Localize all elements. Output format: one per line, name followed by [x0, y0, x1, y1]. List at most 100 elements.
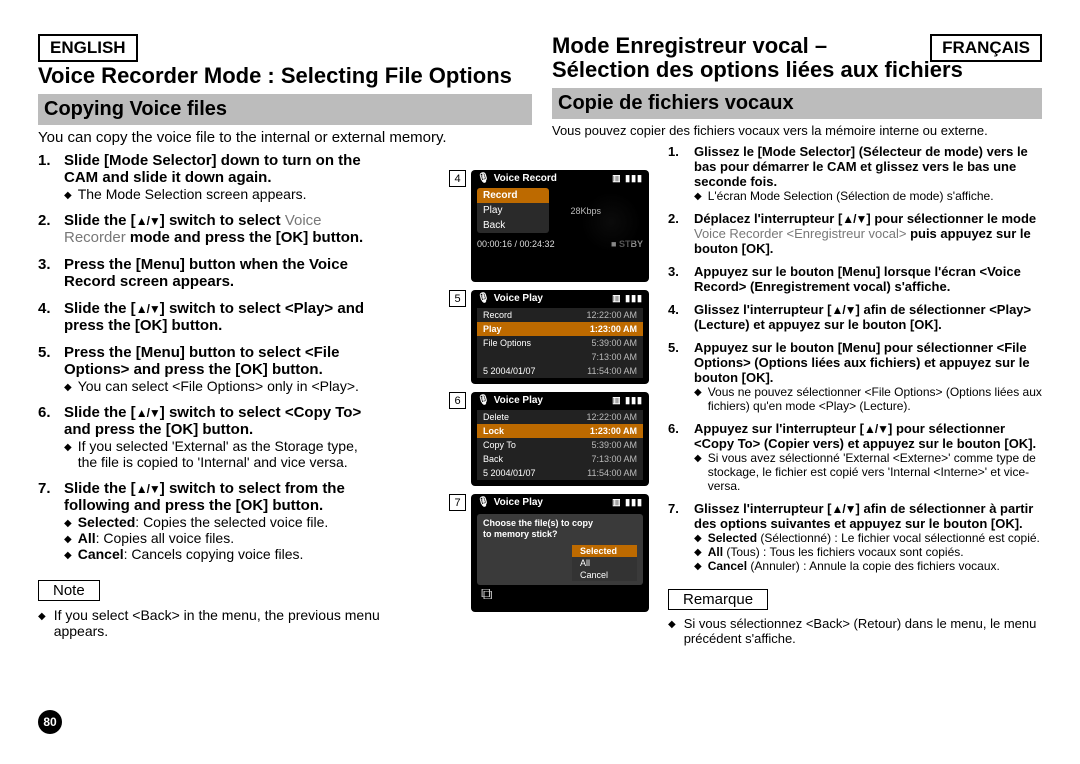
dialog-question: Choose the file(s) to copyto memory stic…	[483, 518, 637, 541]
opt-cancel-fr: Cancel	[708, 559, 747, 573]
row-time: 5:39:00 AM	[591, 440, 637, 450]
step-1-fr: Glissez le [Mode Selector] (Sélecteur de…	[694, 144, 1028, 189]
row-delete[interactable]: Delete	[483, 412, 509, 422]
diamond-icon	[64, 438, 72, 470]
intro-en: You can copy the voice file to the inter…	[38, 129, 532, 146]
step-6a-fr: Appuyez sur l'interrupteur [	[694, 421, 864, 436]
screen-4-wrap: 4 Voice Record ▥ ▮▮▮ Record Play Back 28…	[449, 170, 652, 282]
row-time: 11:54:00 AM	[587, 366, 637, 376]
dialog-opt-all[interactable]: All	[572, 557, 637, 569]
battery-icon: ▥ ▮▮▮	[612, 497, 643, 508]
row-copyto[interactable]: Copy To	[483, 440, 516, 450]
step-5-fr: Appuyez sur le bouton [Menu] pour sélect…	[694, 340, 1030, 385]
diamond-icon	[64, 186, 72, 202]
dialog-opt-selected[interactable]: Selected	[572, 545, 637, 557]
menu-record[interactable]: Record	[477, 188, 549, 203]
row-time: 11:54:00 AM	[587, 468, 637, 478]
opt-cancel-desc-fr: (Annuler) : Annule la copie des fichiers…	[747, 559, 1000, 573]
diamond-icon	[64, 378, 72, 394]
row-time: 1:23:00 AM	[590, 324, 637, 334]
mode-name-fr: Voice Recorder <Enregistreur vocal>	[694, 226, 906, 241]
row-time: 12:22:00 AM	[586, 412, 637, 422]
mic-icon	[477, 395, 490, 406]
dialog-opt-cancel[interactable]: Cancel	[572, 569, 637, 581]
row-lock[interactable]: Lock	[483, 426, 504, 436]
row-record[interactable]: Record	[483, 310, 512, 320]
mic-icon	[477, 497, 490, 508]
section-bar-en: Copying Voice files	[38, 94, 532, 125]
step-2b-fr: ] pour sélectionner le mode	[866, 211, 1036, 226]
step-3-fr: Appuyez sur le bouton [Menu] lorsque l'é…	[694, 264, 1021, 294]
step-5-sub-fr: Vous ne pouvez sélectionner <File Option…	[708, 385, 1042, 413]
device-screens: 4 Voice Record ▥ ▮▮▮ Record Play Back 28…	[449, 170, 652, 612]
note-text-fr: Si vous sélectionnez <Back> (Retour) dan…	[668, 616, 1042, 646]
battery-icon: ▥ ▮▮▮	[612, 395, 643, 406]
step-1-sub-en: The Mode Selection screen appears.	[78, 186, 307, 202]
updown-icon: ▲/▼	[136, 214, 160, 228]
row-time: 12:22:00 AM	[586, 310, 637, 320]
opt-selected: Selected	[78, 514, 136, 530]
step-2b: ] switch to select	[160, 212, 285, 229]
intro-fr: Vous pouvez copier des fichiers vocaux v…	[552, 123, 1042, 138]
screen-number-6: 6	[449, 392, 466, 409]
step-4a-fr: Glissez l'interrupteur [	[694, 302, 831, 317]
step-2a-fr: Déplacez l'interrupteur [	[694, 211, 842, 226]
screen-6-wrap: 6 Voice Play ▥ ▮▮▮ Delete 12:22:00 AM Loc…	[449, 392, 652, 486]
screen-5: Voice Play ▥ ▮▮▮ Record12:22:00 AM Play1…	[471, 290, 649, 384]
opt-selected-fr: Selected	[708, 531, 757, 545]
timecode: 00:00:16 / 00:24:32	[477, 239, 555, 249]
diamond-icon	[64, 530, 72, 546]
bitrate-label: 28Kbps	[570, 206, 601, 216]
note-box-en: Note	[38, 580, 100, 601]
row-play[interactable]: Play	[483, 324, 502, 334]
updown-icon: ▲/▼	[831, 303, 855, 317]
row-fileoptions[interactable]: File Options	[483, 338, 531, 348]
step-1-sub-fr: L'écran Mode Selection (Sélection de mod…	[708, 189, 994, 203]
step-2c: mode and press the [OK] button.	[126, 229, 364, 246]
screen-6-title: Voice Play	[494, 395, 543, 406]
screen-4: Voice Record ▥ ▮▮▮ Record Play Back 28Kb…	[471, 170, 649, 282]
opt-all: All	[78, 530, 96, 546]
diamond-icon	[64, 546, 72, 562]
row-back[interactable]: Back	[483, 454, 503, 464]
menu-back[interactable]: Back	[477, 218, 549, 233]
language-badge-fr: FRANÇAIS	[930, 34, 1042, 62]
row-time: 7:13:00 AM	[591, 352, 637, 362]
page-title-en: Voice Recorder Mode : Selecting File Opt…	[38, 64, 532, 88]
step-2a: Slide the [	[64, 212, 136, 229]
step-6-sub-en: If you selected 'External' as the Storag…	[78, 438, 368, 470]
diamond-icon	[694, 451, 702, 493]
screen-7-title: Voice Play	[494, 497, 543, 508]
diamond-icon	[694, 559, 702, 573]
copy-icon: ⧉	[481, 586, 492, 604]
row-date: 5 2004/01/07	[483, 468, 536, 478]
updown-icon: ▲/▼	[136, 302, 160, 316]
row-time: 1:23:00 AM	[590, 426, 637, 436]
screen-number-5: 5	[449, 290, 466, 307]
screen-5-title: Voice Play	[494, 293, 543, 304]
screen-6: Voice Play ▥ ▮▮▮ Delete 12:22:00 AM Lock 1…	[471, 392, 649, 486]
screen-5-wrap: 5 Voice Play ▥ ▮▮▮ Record12:22:00 AM Pla…	[449, 290, 652, 384]
updown-icon: ▲/▼	[842, 212, 866, 226]
diamond-icon	[38, 607, 46, 639]
mic-icon	[477, 293, 490, 304]
screen-7: Voice Play ▥ ▮▮▮ Choose the file(s) to c…	[471, 494, 649, 612]
opt-cancel-desc: : Cancels copying voice files.	[124, 546, 304, 562]
note-body-en: If you select <Back> in the menu, the pr…	[54, 607, 384, 639]
screen-4-title: Voice Record	[494, 173, 557, 184]
updown-icon: ▲/▼	[136, 406, 160, 420]
diamond-icon	[668, 616, 676, 646]
updown-icon: ▲/▼	[136, 482, 160, 496]
manual-page: ENGLISH Voice Recorder Mode : Selecting …	[0, 0, 1080, 764]
diamond-icon	[64, 514, 72, 530]
opt-all-desc-fr: (Tous) : Tous les fichiers vocaux sont c…	[723, 545, 964, 559]
menu-play[interactable]: Play	[477, 203, 549, 218]
language-badge-en: ENGLISH	[38, 34, 138, 62]
updown-icon: ▲/▼	[831, 502, 855, 516]
screen-number-7: 7	[449, 494, 466, 511]
opt-all-desc: : Copies all voice files.	[96, 530, 235, 546]
page-number: 80	[38, 710, 62, 734]
row-date: 5 2004/01/07	[483, 366, 536, 376]
note-body-fr: Si vous sélectionnez <Back> (Retour) dan…	[684, 616, 1042, 646]
diamond-icon	[694, 531, 702, 545]
